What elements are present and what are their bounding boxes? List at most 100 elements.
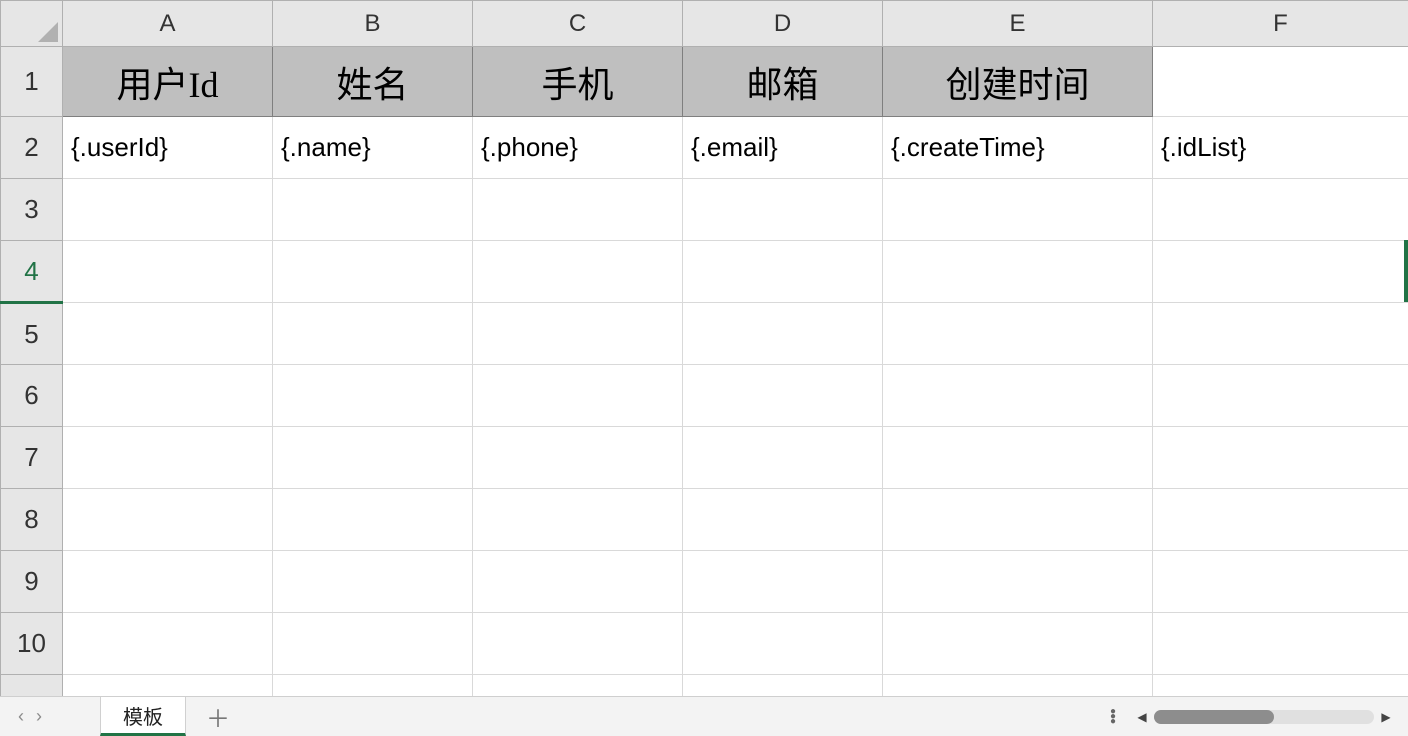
col-header-a[interactable]: A bbox=[63, 1, 273, 47]
cell-e11[interactable] bbox=[883, 675, 1153, 697]
row-header-6[interactable]: 6 bbox=[1, 365, 63, 427]
cell-b10[interactable] bbox=[273, 613, 473, 675]
row-header-3[interactable]: 3 bbox=[1, 179, 63, 241]
row-header-11[interactable]: 11 bbox=[1, 675, 63, 697]
cell-c6[interactable] bbox=[473, 365, 683, 427]
select-all-corner[interactable] bbox=[1, 1, 63, 47]
cell-d5[interactable] bbox=[683, 303, 883, 365]
cell-f9[interactable] bbox=[1153, 551, 1408, 613]
cell-b1[interactable]: 姓名 bbox=[273, 47, 473, 117]
cell-a11[interactable] bbox=[63, 675, 273, 697]
cell-e6[interactable] bbox=[883, 365, 1153, 427]
cell-f1[interactable] bbox=[1153, 47, 1408, 117]
col-header-f[interactable]: F bbox=[1153, 1, 1408, 47]
cell-f8[interactable] bbox=[1153, 489, 1408, 551]
cell-c7[interactable] bbox=[473, 427, 683, 489]
cell-c9[interactable] bbox=[473, 551, 683, 613]
cell-b3[interactable] bbox=[273, 179, 473, 241]
row-4: 4 bbox=[1, 241, 1408, 303]
cell-b9[interactable] bbox=[273, 551, 473, 613]
cell-f11[interactable] bbox=[1153, 675, 1408, 697]
cell-e10[interactable] bbox=[883, 613, 1153, 675]
sheet-nav-next-icon[interactable]: › bbox=[32, 702, 46, 731]
cell-f5[interactable] bbox=[1153, 303, 1408, 365]
cell-e5[interactable] bbox=[883, 303, 1153, 365]
cell-d3[interactable] bbox=[683, 179, 883, 241]
cell-a9[interactable] bbox=[63, 551, 273, 613]
cell-b11[interactable] bbox=[273, 675, 473, 697]
footer-right: ●●● ◀ ▶ bbox=[1110, 708, 1408, 726]
cell-f2[interactable]: {.idList} bbox=[1153, 117, 1408, 179]
cell-d2[interactable]: {.email} bbox=[683, 117, 883, 179]
hscroll-thumb[interactable] bbox=[1154, 710, 1274, 724]
cell-d11[interactable] bbox=[683, 675, 883, 697]
col-header-c[interactable]: C bbox=[473, 1, 683, 47]
cell-f10[interactable] bbox=[1153, 613, 1408, 675]
hscroll-left-icon[interactable]: ◀ bbox=[1134, 709, 1150, 725]
cell-c8[interactable] bbox=[473, 489, 683, 551]
cell-a2[interactable]: {.userId} bbox=[63, 117, 273, 179]
cell-e8[interactable] bbox=[883, 489, 1153, 551]
cell-c3[interactable] bbox=[473, 179, 683, 241]
row-header-7[interactable]: 7 bbox=[1, 427, 63, 489]
cell-d6[interactable] bbox=[683, 365, 883, 427]
cell-c10[interactable] bbox=[473, 613, 683, 675]
cell-e4[interactable] bbox=[883, 241, 1153, 303]
cell-f6[interactable] bbox=[1153, 365, 1408, 427]
cell-d8[interactable] bbox=[683, 489, 883, 551]
hscroll-right-icon[interactable]: ▶ bbox=[1378, 709, 1394, 725]
row-9: 9 bbox=[1, 551, 1408, 613]
cell-f7[interactable] bbox=[1153, 427, 1408, 489]
cell-c11[interactable] bbox=[473, 675, 683, 697]
cell-b6[interactable] bbox=[273, 365, 473, 427]
col-header-d[interactable]: D bbox=[683, 1, 883, 47]
cell-b8[interactable] bbox=[273, 489, 473, 551]
cell-b5[interactable] bbox=[273, 303, 473, 365]
cell-d7[interactable] bbox=[683, 427, 883, 489]
cell-c5[interactable] bbox=[473, 303, 683, 365]
cell-b2[interactable]: {.name} bbox=[273, 117, 473, 179]
add-sheet-button[interactable]: ＋ bbox=[186, 697, 250, 736]
cell-b4[interactable] bbox=[273, 241, 473, 303]
cell-a4[interactable] bbox=[63, 241, 273, 303]
cell-a10[interactable] bbox=[63, 613, 273, 675]
sheet-tab-template[interactable]: 模板 bbox=[100, 697, 186, 736]
cell-a7[interactable] bbox=[63, 427, 273, 489]
sheet-nav-prev-icon[interactable]: ‹ bbox=[14, 702, 28, 731]
cell-e2[interactable]: {.createTime} bbox=[883, 117, 1153, 179]
cell-a5[interactable] bbox=[63, 303, 273, 365]
cell-a1[interactable]: 用户Id bbox=[63, 47, 273, 117]
cell-c4[interactable] bbox=[473, 241, 683, 303]
row-header-2[interactable]: 2 bbox=[1, 117, 63, 179]
cell-e1[interactable]: 创建时间 bbox=[883, 47, 1153, 117]
cell-d9[interactable] bbox=[683, 551, 883, 613]
row-8: 8 bbox=[1, 489, 1408, 551]
cell-a3[interactable] bbox=[63, 179, 273, 241]
row-header-9[interactable]: 9 bbox=[1, 551, 63, 613]
cell-a6[interactable] bbox=[63, 365, 273, 427]
cell-f4[interactable] bbox=[1153, 241, 1408, 303]
row-header-1[interactable]: 1 bbox=[1, 47, 63, 117]
cell-d1[interactable]: 邮箱 bbox=[683, 47, 883, 117]
cell-f3[interactable] bbox=[1153, 179, 1408, 241]
cell-b7[interactable] bbox=[273, 427, 473, 489]
row-header-8[interactable]: 8 bbox=[1, 489, 63, 551]
row-header-4[interactable]: 4 bbox=[1, 241, 63, 303]
sheet-grid[interactable]: A B C D E F 1 用户Id 姓名 手机 邮箱 创建时间 2 {.use… bbox=[0, 0, 1408, 696]
hscroll-track[interactable] bbox=[1154, 710, 1374, 724]
col-header-b[interactable]: B bbox=[273, 1, 473, 47]
col-header-e[interactable]: E bbox=[883, 1, 1153, 47]
row-header-10[interactable]: 10 bbox=[1, 613, 63, 675]
cell-e9[interactable] bbox=[883, 551, 1153, 613]
horizontal-scrollbar[interactable]: ◀ ▶ bbox=[1134, 708, 1394, 726]
cell-e3[interactable] bbox=[883, 179, 1153, 241]
cell-c2[interactable]: {.phone} bbox=[473, 117, 683, 179]
cell-d4[interactable] bbox=[683, 241, 883, 303]
cell-e7[interactable] bbox=[883, 427, 1153, 489]
tab-options-icon[interactable]: ●●● bbox=[1110, 709, 1116, 724]
row-3: 3 bbox=[1, 179, 1408, 241]
row-header-5[interactable]: 5 bbox=[1, 303, 63, 365]
cell-d10[interactable] bbox=[683, 613, 883, 675]
cell-a8[interactable] bbox=[63, 489, 273, 551]
cell-c1[interactable]: 手机 bbox=[473, 47, 683, 117]
